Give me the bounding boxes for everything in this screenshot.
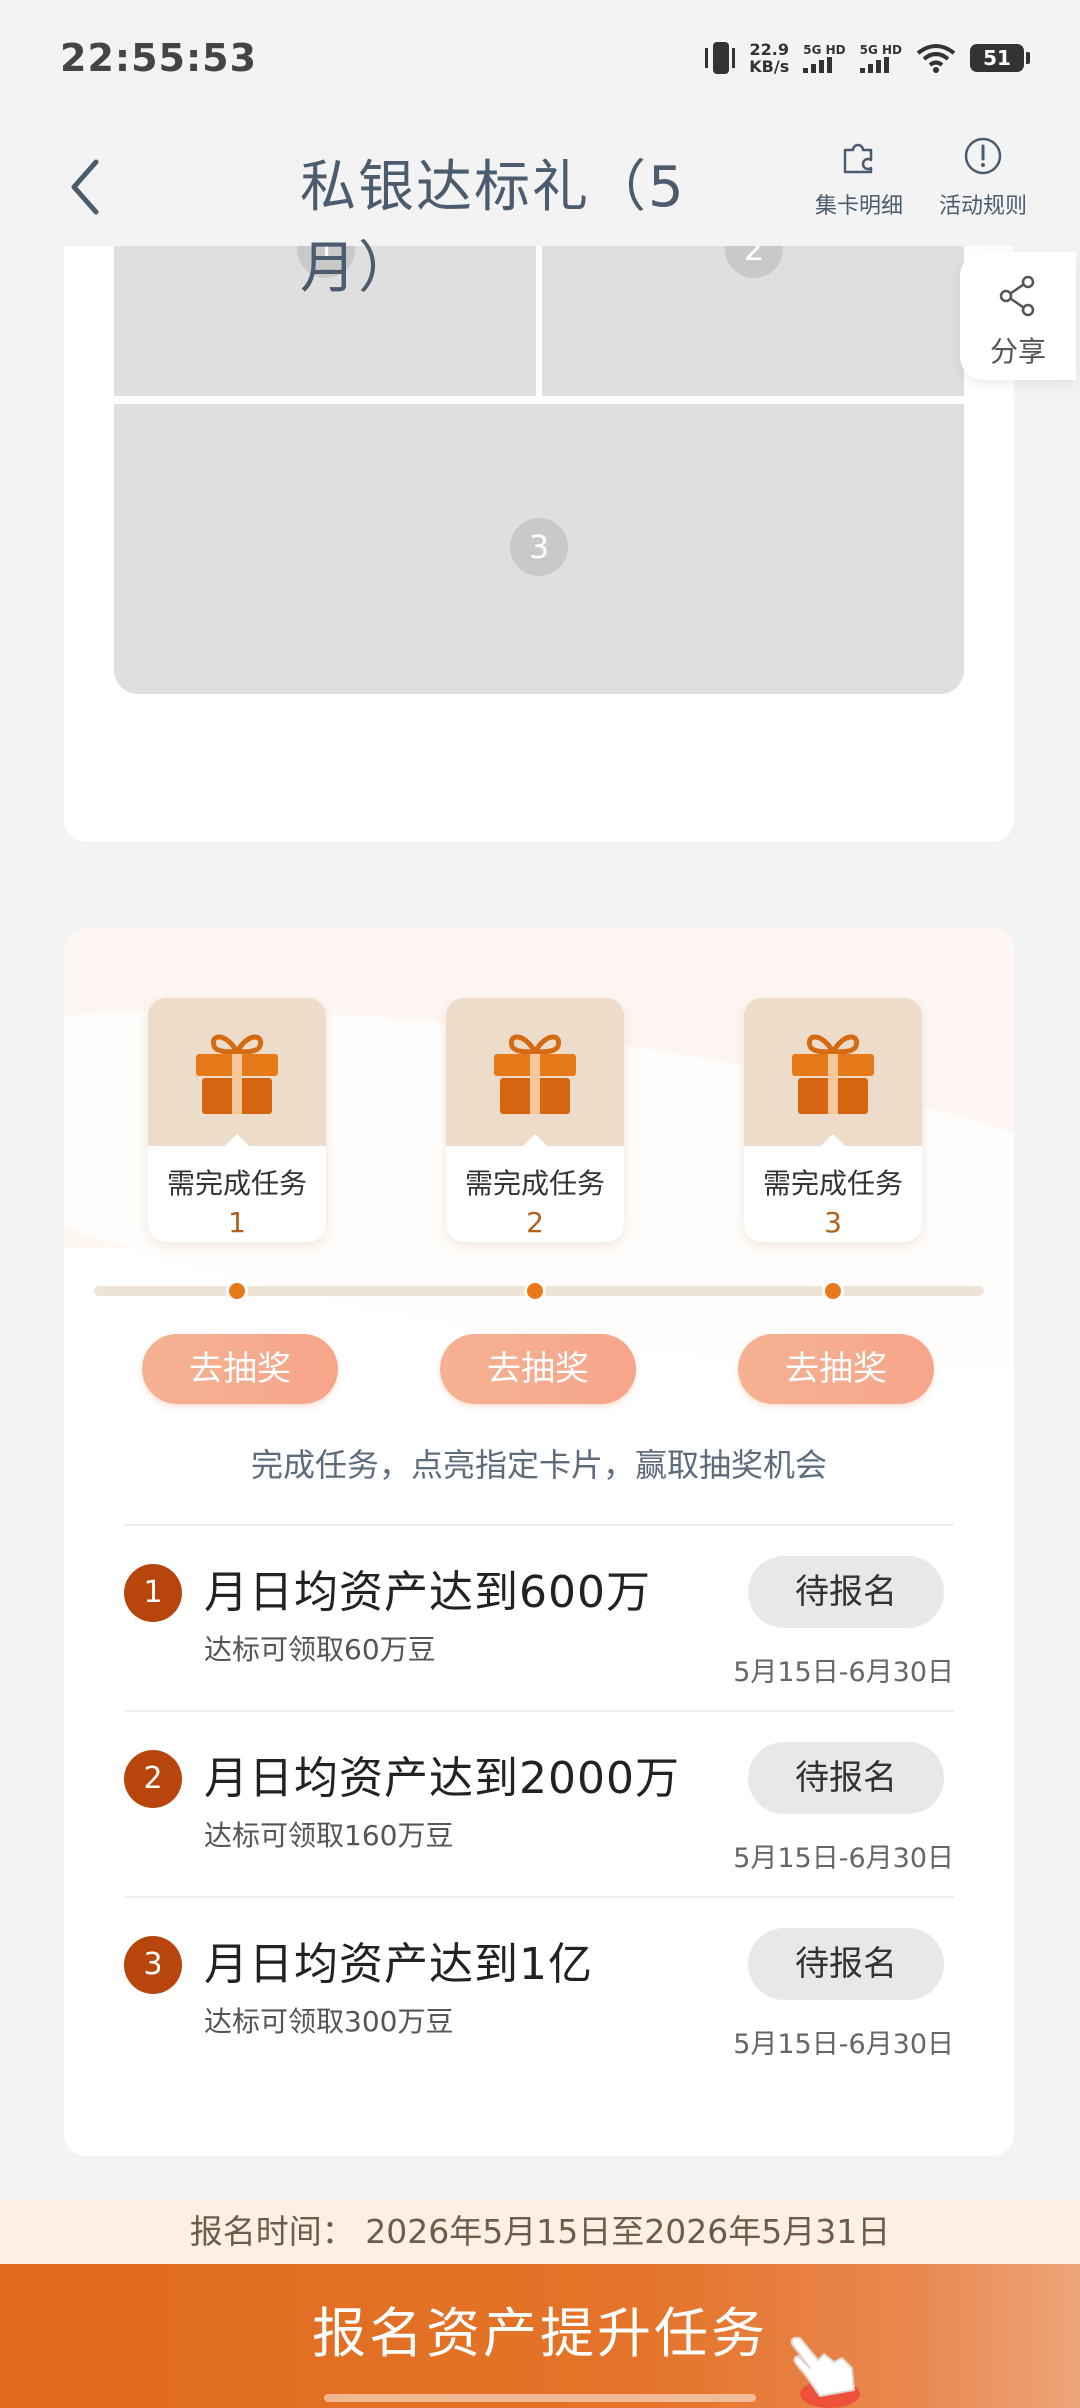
task-row: 1 月日均资产达到600万 达标可领取60万豆 待报名 5月15日-6月30日 [124, 1524, 954, 1710]
rules-button[interactable]: 活动规则 [918, 134, 1048, 220]
sim2-label: 5G HD [859, 43, 902, 57]
gift-card-label: 需完成任务 [762, 1167, 903, 1200]
draw-button-3[interactable]: 去抽奖 [738, 1334, 934, 1404]
network-speed-value: 22.9 [749, 40, 789, 59]
task-date: 5月15日-6月30日 [733, 2029, 954, 2060]
progress-dot-1 [226, 1280, 248, 1302]
wifi-icon [916, 44, 956, 73]
task-subtitle: 达标可领取60万豆 [204, 1633, 436, 1666]
lottery-hint: 完成任务，点亮指定卡片，赢取抽奖机会 [250, 1446, 827, 1484]
signal-sim2-icon: 5G HD [859, 43, 902, 73]
draw-button-2[interactable]: 去抽奖 [440, 1334, 636, 1404]
network-speed-unit: KB/s [749, 57, 790, 76]
task-subtitle: 达标可领取160万豆 [204, 1819, 454, 1852]
gift-card-number: 2 [526, 1206, 544, 1239]
status-bar: 22:55:53 22.9 KB/s 5G HD 5G HD 51 [0, 0, 1080, 124]
gift-icon [792, 1034, 874, 1114]
share-icon [999, 275, 1035, 317]
task-date: 5月15日-6月30日 [733, 1657, 954, 1688]
task-date: 5月15日-6月30日 [733, 1843, 954, 1874]
progress-dot-3 [822, 1280, 844, 1302]
card-detail-label: 集卡明细 [814, 194, 903, 219]
gift-card-label: 需完成任务 [464, 1167, 605, 1200]
task-title: 月日均资产达到2000万 [204, 1753, 680, 1804]
home-indicator [324, 2394, 756, 2402]
pointing-hand-icon [790, 2336, 860, 2408]
gift-icon [196, 1034, 278, 1114]
network-speed: 22.9 KB/s [749, 41, 789, 75]
rules-label: 活动规则 [938, 194, 1027, 219]
task-number: 1 [124, 1564, 182, 1622]
status-icons: 22.9 KB/s 5G HD 5G HD 51 [705, 38, 1030, 78]
card-detail-button[interactable]: 集卡明细 [794, 134, 924, 220]
task-number: 2 [124, 1750, 182, 1808]
info-circle-icon [964, 137, 1002, 175]
header: 私银达标礼（5月） 集卡明细 活动规则 [0, 124, 1080, 301]
vibrate-icon [705, 38, 736, 78]
back-button[interactable] [60, 152, 120, 222]
status-time: 22:55:53 [60, 36, 258, 80]
register-cta-label: 报名资产提升任务 [312, 2302, 768, 2365]
sim1-label: 5G HD [803, 43, 846, 57]
lottery-panel: 需完成任务 1 需完成任务 2 需完成任务 3 去抽奖 去抽奖 去抽奖 完成任务… [64, 928, 1014, 2156]
registration-time: 报名时间： 2026年5月15日至2026年5月31日 [0, 2200, 1080, 2264]
gift-card-2: 需完成任务 2 [446, 998, 624, 1242]
gift-card-number: 3 [824, 1206, 842, 1239]
share-button[interactable]: 分享 [960, 252, 1076, 380]
card-slot-number: 3 [510, 518, 568, 576]
draw-button-1[interactable]: 去抽奖 [142, 1334, 338, 1404]
register-button[interactable]: 待报名 [748, 1556, 944, 1628]
card-slot-3[interactable]: 3 [114, 404, 964, 694]
task-title: 月日均资产达到600万 [204, 1567, 651, 1618]
gift-card-3: 需完成任务 3 [744, 998, 922, 1242]
task-number: 3 [124, 1936, 182, 1994]
progress-dot-2 [524, 1280, 546, 1302]
register-button[interactable]: 待报名 [748, 1742, 944, 1814]
task-row: 3 月日均资产达到1亿 达标可领取300万豆 待报名 5月15日-6月30日 [124, 1896, 954, 2082]
battery-icon: 51 [970, 44, 1030, 72]
gift-icon [494, 1034, 576, 1114]
task-row: 2 月日均资产达到2000万 达标可领取160万豆 待报名 5月15日-6月30… [124, 1710, 954, 1896]
signal-sim1-icon: 5G HD [803, 43, 846, 73]
register-button[interactable]: 待报名 [748, 1928, 944, 2000]
gift-card-label: 需完成任务 [166, 1167, 307, 1200]
puzzle-icon [843, 143, 873, 174]
gift-card-number: 1 [228, 1206, 246, 1239]
register-cta-button[interactable]: 报名资产提升任务 [0, 2264, 1080, 2408]
page-title: 私银达标礼（5月） [300, 155, 686, 301]
share-label: 分享 [989, 335, 1046, 368]
task-title: 月日均资产达到1亿 [204, 1939, 593, 1990]
gift-card-1: 需完成任务 1 [148, 998, 326, 1242]
task-subtitle: 达标可领取300万豆 [204, 2005, 454, 2038]
